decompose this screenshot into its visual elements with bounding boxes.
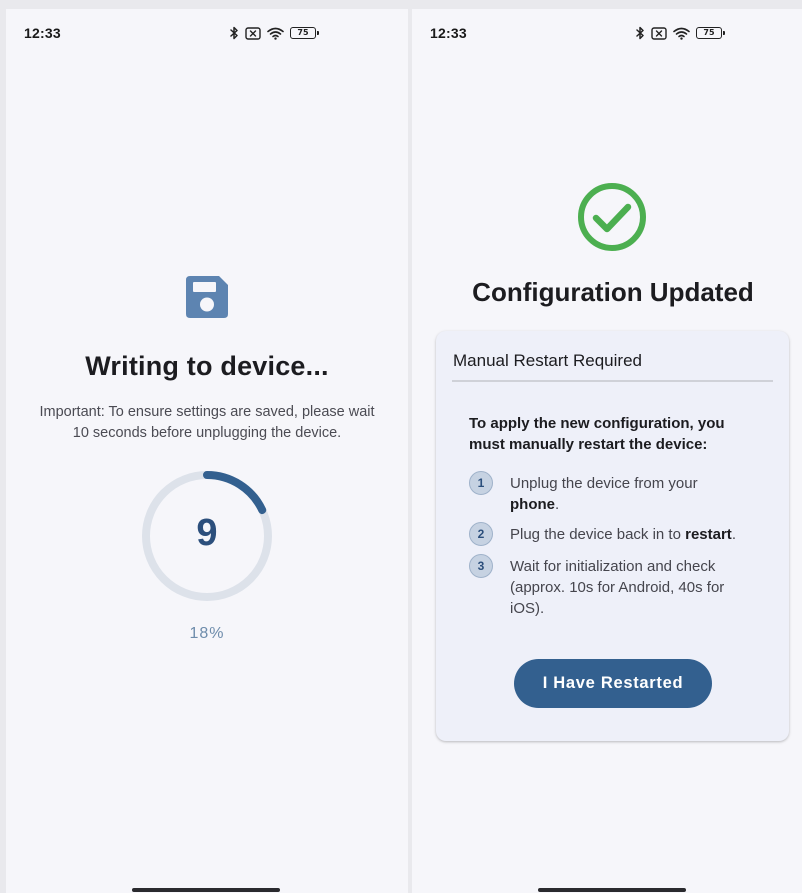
no-sim-icon [651, 26, 667, 40]
step-text: Plug the device back in to restart. [510, 526, 736, 543]
bluetooth-icon [230, 26, 238, 40]
wifi-icon [673, 27, 690, 40]
restart-card: Manual Restart Required To apply the new… [436, 331, 789, 741]
card-divider [452, 380, 773, 382]
page-title: Configuration Updated [472, 277, 754, 307]
important-note: Important: To ensure settings are saved,… [39, 404, 375, 441]
check-circle-icon [578, 183, 646, 251]
progress-percent: 18% [189, 625, 225, 642]
home-indicator[interactable] [132, 888, 280, 892]
status-time: 12:33 [24, 25, 61, 41]
battery-icon: 75 [696, 27, 725, 39]
i-have-restarted-button[interactable]: I Have Restarted [514, 659, 712, 708]
step-number-badge: 3 [469, 554, 493, 578]
status-bar: 12:33 75 [412, 9, 802, 57]
progress-ring: 9 [141, 470, 273, 602]
card-header: Manual Restart Required [453, 351, 642, 370]
page-title: Writing to device... [85, 351, 329, 381]
status-time: 12:33 [430, 25, 467, 41]
writing-screen: 12:33 75 Writing to device... Important:… [6, 9, 408, 893]
status-icons: 75 [636, 25, 725, 41]
step-text: Unplug the device from your phone. [510, 475, 698, 513]
no-sim-icon [245, 26, 261, 40]
step-item: 1 Unplug the device from your phone. [469, 471, 773, 515]
config-updated-screen: 12:33 75 Configuration Updated Manual Re… [412, 9, 802, 893]
wifi-icon [267, 27, 284, 40]
status-icons: 75 [230, 25, 319, 41]
step-text: Wait for initialization and check (appro… [510, 558, 725, 617]
step-item: 2 Plug the device back in to restart. [469, 522, 773, 546]
step-number-badge: 1 [469, 471, 493, 495]
countdown-number: 9 [196, 512, 218, 554]
bluetooth-icon [636, 26, 644, 40]
step-item: 3 Wait for initialization and check (app… [469, 554, 773, 619]
step-number-badge: 2 [469, 522, 493, 546]
card-intro: To apply the new configuration, you must… [469, 415, 725, 453]
floppy-disk-icon [186, 276, 228, 318]
status-bar: 12:33 75 [6, 9, 408, 57]
battery-icon: 75 [290, 27, 319, 39]
home-indicator[interactable] [538, 888, 686, 892]
